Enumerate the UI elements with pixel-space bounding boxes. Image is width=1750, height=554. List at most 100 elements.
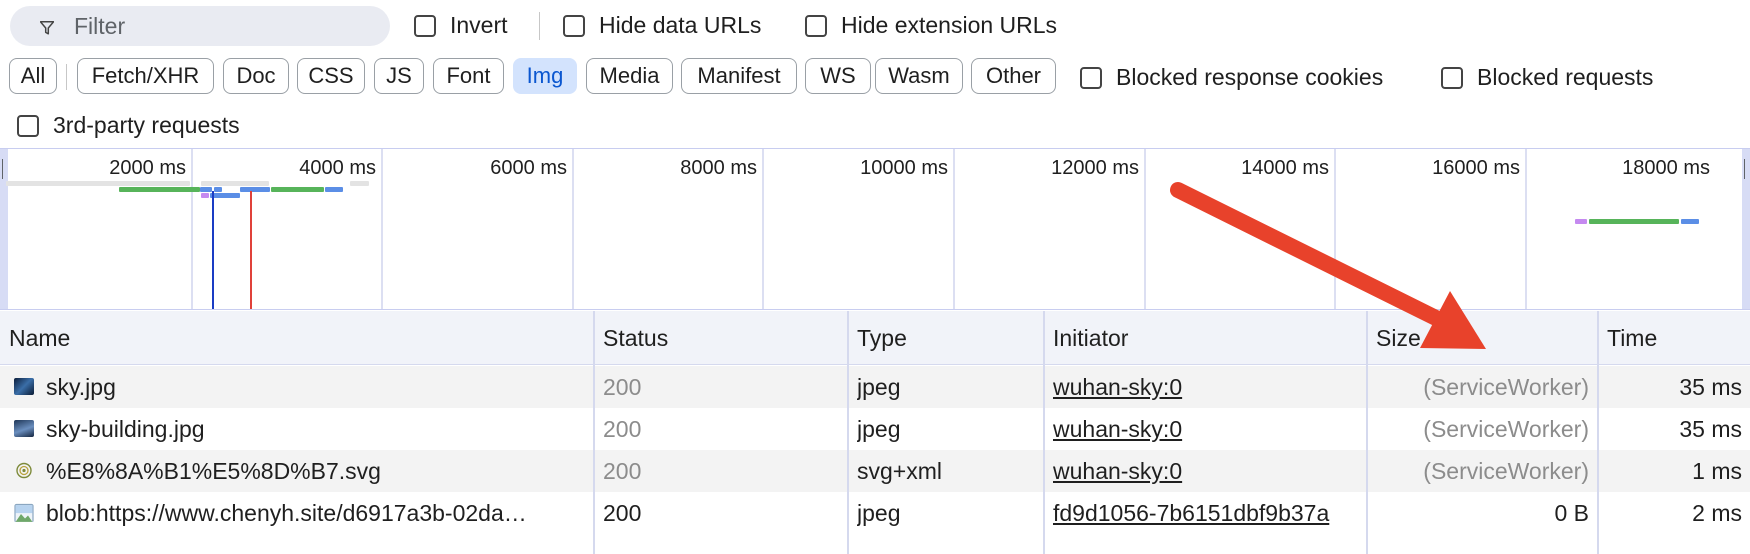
- hide-extension-urls-checkbox[interactable]: Hide extension URLs: [805, 12, 1057, 39]
- overview-request-bar: [200, 187, 212, 192]
- type-filter-fetch-xhr[interactable]: Fetch/XHR: [77, 58, 214, 94]
- overview-right-handle[interactable]: [1742, 149, 1750, 309]
- checkbox-box[interactable]: [17, 114, 39, 137]
- table-row[interactable]: sky.jpg 200 jpeg wuhan-sky:0 (ServiceWor…: [0, 366, 1750, 408]
- handle-grip-icon: [1744, 159, 1748, 179]
- overview-gridline: [1144, 149, 1146, 309]
- overview-tick-label: 8000 ms: [680, 157, 757, 179]
- overview-gridline: [1334, 149, 1336, 309]
- overview-gridline: [953, 149, 955, 309]
- request-type: jpeg: [857, 500, 901, 526]
- type-filter-all[interactable]: All: [9, 58, 57, 94]
- overview-gridline: [1525, 149, 1527, 309]
- overview-request-bar: [325, 187, 343, 192]
- request-name[interactable]: %E8%8A%B1%E5%8D%B7.svg: [46, 450, 586, 492]
- request-size: 0 B: [1554, 500, 1589, 526]
- image-thumbnail-icon: [14, 378, 34, 395]
- request-initiator-link[interactable]: wuhan-sky:0: [1053, 366, 1363, 408]
- request-type: jpeg: [857, 416, 901, 442]
- overview-request-bar: [119, 187, 200, 192]
- request-name[interactable]: sky-building.jpg: [46, 408, 586, 450]
- overview-request-bar: [6, 181, 190, 186]
- overview-tick-label: 6000 ms: [490, 157, 567, 179]
- overview-request-bar: [1589, 219, 1679, 224]
- overview-request-bar: [201, 193, 209, 198]
- request-time: 35 ms: [1679, 416, 1742, 442]
- request-time: 1 ms: [1692, 458, 1742, 484]
- column-header-initiator[interactable]: Initiator: [1044, 311, 1128, 365]
- chip-divider: [66, 64, 67, 90]
- overview-request-bar: [210, 193, 240, 198]
- overview-tick-label: 16000 ms: [1432, 157, 1520, 179]
- table-row[interactable]: %E8%8A%B1%E5%8D%B7.svg 200 svg+xml wuhan…: [0, 450, 1750, 492]
- checkbox-box[interactable]: [1441, 66, 1463, 89]
- overview-request-bar: [240, 187, 270, 192]
- request-time: 35 ms: [1679, 374, 1742, 400]
- invert-checkbox[interactable]: Invert: [414, 12, 508, 39]
- column-header-time[interactable]: Time: [1598, 311, 1657, 365]
- table-row[interactable]: sky-building.jpg 200 jpeg wuhan-sky:0 (S…: [0, 408, 1750, 450]
- type-filter-js[interactable]: JS: [374, 58, 424, 94]
- request-initiator-link[interactable]: fd9d1056-7b6151dbf9b37a: [1053, 492, 1366, 534]
- overview-tick-label: 14000 ms: [1241, 157, 1329, 179]
- request-name[interactable]: blob:https://www.chenyh.site/d6917a3b-02…: [46, 492, 586, 534]
- request-initiator-link[interactable]: wuhan-sky:0: [1053, 408, 1363, 450]
- request-type: jpeg: [857, 374, 901, 400]
- column-header-name[interactable]: Name: [0, 311, 70, 365]
- overview-gridline: [191, 149, 193, 309]
- filter-input[interactable]: [74, 10, 374, 42]
- request-status: 200: [603, 374, 642, 400]
- request-size: (ServiceWorker): [1423, 416, 1589, 442]
- type-filter-ws[interactable]: WS: [805, 58, 871, 94]
- third-party-requests-checkbox[interactable]: 3rd-party requests: [17, 112, 240, 139]
- request-name[interactable]: sky.jpg: [46, 366, 586, 408]
- type-filter-font[interactable]: Font: [433, 58, 504, 94]
- type-filter-doc[interactable]: Doc: [223, 58, 289, 94]
- hide-data-urls-checkbox[interactable]: Hide data URLs: [563, 12, 761, 39]
- hide-extension-urls-label: Hide extension URLs: [841, 12, 1058, 38]
- type-filter-other[interactable]: Other: [971, 58, 1056, 94]
- table-row[interactable]: blob:https://www.chenyh.site/d6917a3b-02…: [0, 492, 1750, 534]
- blob-image-icon: [14, 503, 34, 522]
- overview-request-bar: [1575, 219, 1587, 224]
- type-filter-wasm[interactable]: Wasm: [875, 58, 963, 94]
- checkbox-box[interactable]: [414, 14, 436, 37]
- type-filter-media[interactable]: Media: [586, 58, 673, 94]
- type-filter-manifest[interactable]: Manifest: [681, 58, 797, 94]
- overview-tick-label: 18000 ms: [1622, 157, 1710, 179]
- invert-label: Invert: [450, 12, 508, 38]
- type-filter-img[interactable]: Img: [513, 58, 577, 94]
- network-overview-timeline[interactable]: 2000 ms 4000 ms 6000 ms 8000 ms 10000 ms…: [0, 148, 1750, 310]
- filter-funnel-icon: [40, 21, 54, 35]
- blocked-response-cookies-label: Blocked response cookies: [1116, 64, 1384, 90]
- column-divider[interactable]: [593, 311, 595, 554]
- column-divider[interactable]: [1366, 311, 1368, 554]
- overview-tick-label: 10000 ms: [860, 157, 948, 179]
- checkbox-box[interactable]: [805, 14, 827, 37]
- blocked-response-cookies-checkbox[interactable]: Blocked response cookies: [1080, 64, 1383, 91]
- overview-left-handle[interactable]: [0, 149, 8, 309]
- filter-box[interactable]: [10, 6, 390, 46]
- checkbox-box[interactable]: [563, 14, 585, 37]
- request-initiator-link[interactable]: wuhan-sky:0: [1053, 450, 1363, 492]
- column-header-status[interactable]: Status: [594, 311, 668, 365]
- request-type: svg+xml: [857, 458, 942, 484]
- svg-thumbnail-icon: [16, 462, 32, 479]
- checkbox-box[interactable]: [1080, 66, 1102, 89]
- blocked-requests-checkbox[interactable]: Blocked requests: [1441, 64, 1653, 91]
- image-thumbnail-icon: [14, 420, 34, 437]
- column-divider[interactable]: [1043, 311, 1045, 554]
- overview-tick-label: 4000 ms: [299, 157, 376, 179]
- request-status: 200: [603, 500, 642, 526]
- column-header-size[interactable]: Size: [1367, 311, 1421, 365]
- column-header-type[interactable]: Type: [848, 311, 907, 365]
- request-table-header: Name Status Type Initiator Size Time: [0, 311, 1750, 365]
- overview-tick-label: 2000 ms: [109, 157, 186, 179]
- column-divider[interactable]: [1597, 311, 1599, 554]
- type-filter-css[interactable]: CSS: [297, 58, 365, 94]
- column-divider[interactable]: [847, 311, 849, 554]
- load-event-marker: [250, 191, 252, 309]
- overview-gridline: [381, 149, 383, 309]
- request-size: (ServiceWorker): [1423, 458, 1589, 484]
- hide-data-urls-label: Hide data URLs: [599, 12, 762, 38]
